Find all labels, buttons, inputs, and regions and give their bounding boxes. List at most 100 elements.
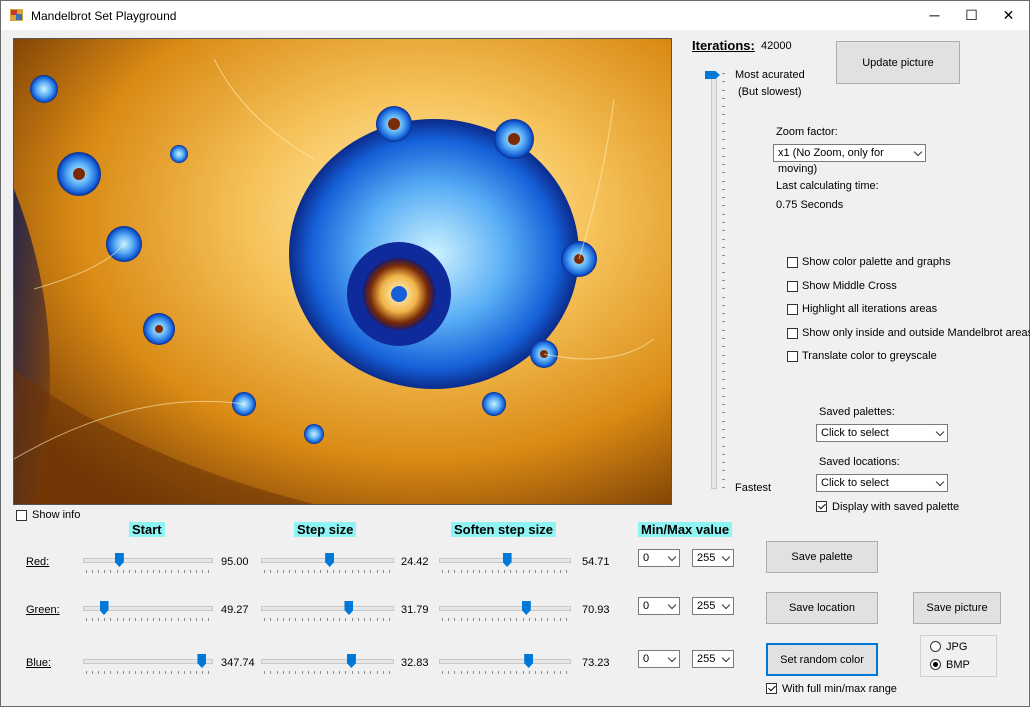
red-min-select[interactable]: 0 (638, 549, 680, 567)
option-color-palette-checkbox[interactable] (787, 257, 798, 268)
green-step-slider[interactable] (261, 606, 394, 611)
blue-max-value: 255 (697, 653, 716, 665)
saved-locations-select[interactable]: Click to select (816, 474, 948, 492)
slider-tick (171, 570, 173, 573)
slider-tick (264, 618, 265, 621)
green-soften-thumb[interactable] (521, 601, 531, 615)
slider-tick (566, 671, 567, 674)
option-middle-cross-checkbox[interactable] (787, 280, 798, 292)
slider-tick (722, 387, 725, 389)
zoom-factor-select[interactable]: x1 (No Zoom, only for moving) (773, 144, 926, 175)
option-inside-outside-checkbox[interactable] (787, 327, 798, 339)
update-picture-button[interactable]: Update picture (836, 41, 960, 84)
slider-tick (282, 570, 284, 573)
red-start-thumb[interactable] (114, 553, 124, 567)
blue-step-slider[interactable] (261, 659, 394, 664)
slider-tick (722, 371, 725, 373)
bmp-radio[interactable] (930, 659, 941, 670)
slider-tick (491, 618, 493, 621)
jpg-radio[interactable] (930, 641, 941, 652)
slider-tick (208, 618, 209, 621)
green-step-thumb[interactable] (344, 601, 354, 615)
option-color-palette-label: Show color palette and graphs (802, 256, 951, 268)
slider-tick (553, 570, 555, 573)
random-color-button[interactable]: Set random color (766, 643, 878, 676)
slider-tick (722, 205, 725, 207)
slider-tick (307, 618, 309, 621)
green-soften-ticks (442, 618, 568, 621)
minimize-button[interactable]: ─ (916, 1, 953, 30)
blue-start-thumb[interactable] (197, 654, 207, 668)
slider-tick (183, 618, 185, 621)
slider-tick (208, 570, 209, 573)
slider-tick (301, 570, 303, 573)
slider-tick (183, 570, 185, 573)
chevron-down-icon (935, 427, 945, 437)
slider-tick (364, 570, 365, 573)
iterations-slider-thumb[interactable] (705, 71, 720, 79)
slider-tick (722, 429, 725, 431)
save-picture-button[interactable]: Save picture (913, 592, 1001, 624)
slider-tick (301, 618, 303, 621)
red-max-value: 255 (697, 552, 716, 564)
slider-tick (189, 671, 191, 674)
slider-tick (159, 570, 161, 573)
full-range-checkbox[interactable] (766, 683, 777, 694)
slider-tick (364, 618, 365, 621)
slider-tick (722, 379, 725, 381)
fractal-picture[interactable] (13, 38, 672, 505)
slider-tick (722, 296, 725, 298)
slider-tick (128, 570, 130, 573)
saved-palettes-select[interactable]: Click to select (816, 424, 948, 442)
blue-soften-slider[interactable] (439, 659, 571, 664)
red-step-thumb[interactable] (325, 553, 335, 567)
maximize-button[interactable]: ☐ (953, 1, 990, 30)
iterations-slider-track[interactable] (711, 73, 717, 489)
blue-start-slider[interactable] (83, 659, 213, 664)
slider-tick (134, 671, 136, 674)
show-info-checkbox[interactable] (16, 510, 27, 521)
green-max-select[interactable]: 255 (692, 597, 734, 615)
red-max-select[interactable]: 255 (692, 549, 734, 567)
slider-tick (553, 618, 555, 621)
slider-tick (332, 671, 334, 674)
blue-soften-thumb[interactable] (524, 654, 534, 668)
green-min-select[interactable]: 0 (638, 597, 680, 615)
slider-tick (153, 570, 155, 573)
slider-tick (516, 618, 518, 621)
slider-tick (722, 362, 725, 364)
slider-tick (541, 570, 543, 573)
option-highlight-iterations-checkbox[interactable] (787, 304, 798, 316)
slider-tick (510, 570, 512, 573)
red-soften-value: 54.71 (582, 556, 610, 568)
slider-tick (722, 470, 725, 472)
green-soften-slider[interactable] (439, 606, 571, 611)
slider-tick (351, 671, 353, 674)
slider-tick (566, 618, 567, 621)
slider-tick (326, 618, 328, 621)
slider-tick (479, 671, 481, 674)
blue-max-select[interactable]: 255 (692, 650, 734, 668)
red-soften-thumb[interactable] (502, 553, 512, 567)
slider-tick (479, 570, 481, 573)
blue-step-thumb[interactable] (346, 654, 356, 668)
save-location-button[interactable]: Save location (766, 592, 878, 624)
option-greyscale-checkbox[interactable] (787, 351, 798, 363)
app-window: Mandelbrot Set Playground ─ ☐ ✕ Iteratio… (0, 0, 1030, 707)
slider-tick (547, 618, 549, 621)
green-start-thumb[interactable] (99, 601, 109, 615)
save-palette-button[interactable]: Save palette (766, 541, 878, 573)
slider-tick (326, 671, 328, 674)
iterations-top-label: Most acurated (735, 69, 805, 81)
close-button[interactable]: ✕ (990, 1, 1027, 30)
slider-tick (320, 618, 322, 621)
slider-tick (460, 570, 462, 573)
slider-tick (270, 671, 272, 674)
red-start-slider[interactable] (83, 558, 213, 563)
slider-tick (351, 618, 353, 621)
blue-min-select[interactable]: 0 (638, 650, 680, 668)
display-saved-palette-checkbox[interactable] (816, 501, 827, 512)
slider-tick (147, 671, 148, 674)
slider-tick (722, 122, 725, 124)
saved-locations-value: Click to select (821, 477, 889, 489)
